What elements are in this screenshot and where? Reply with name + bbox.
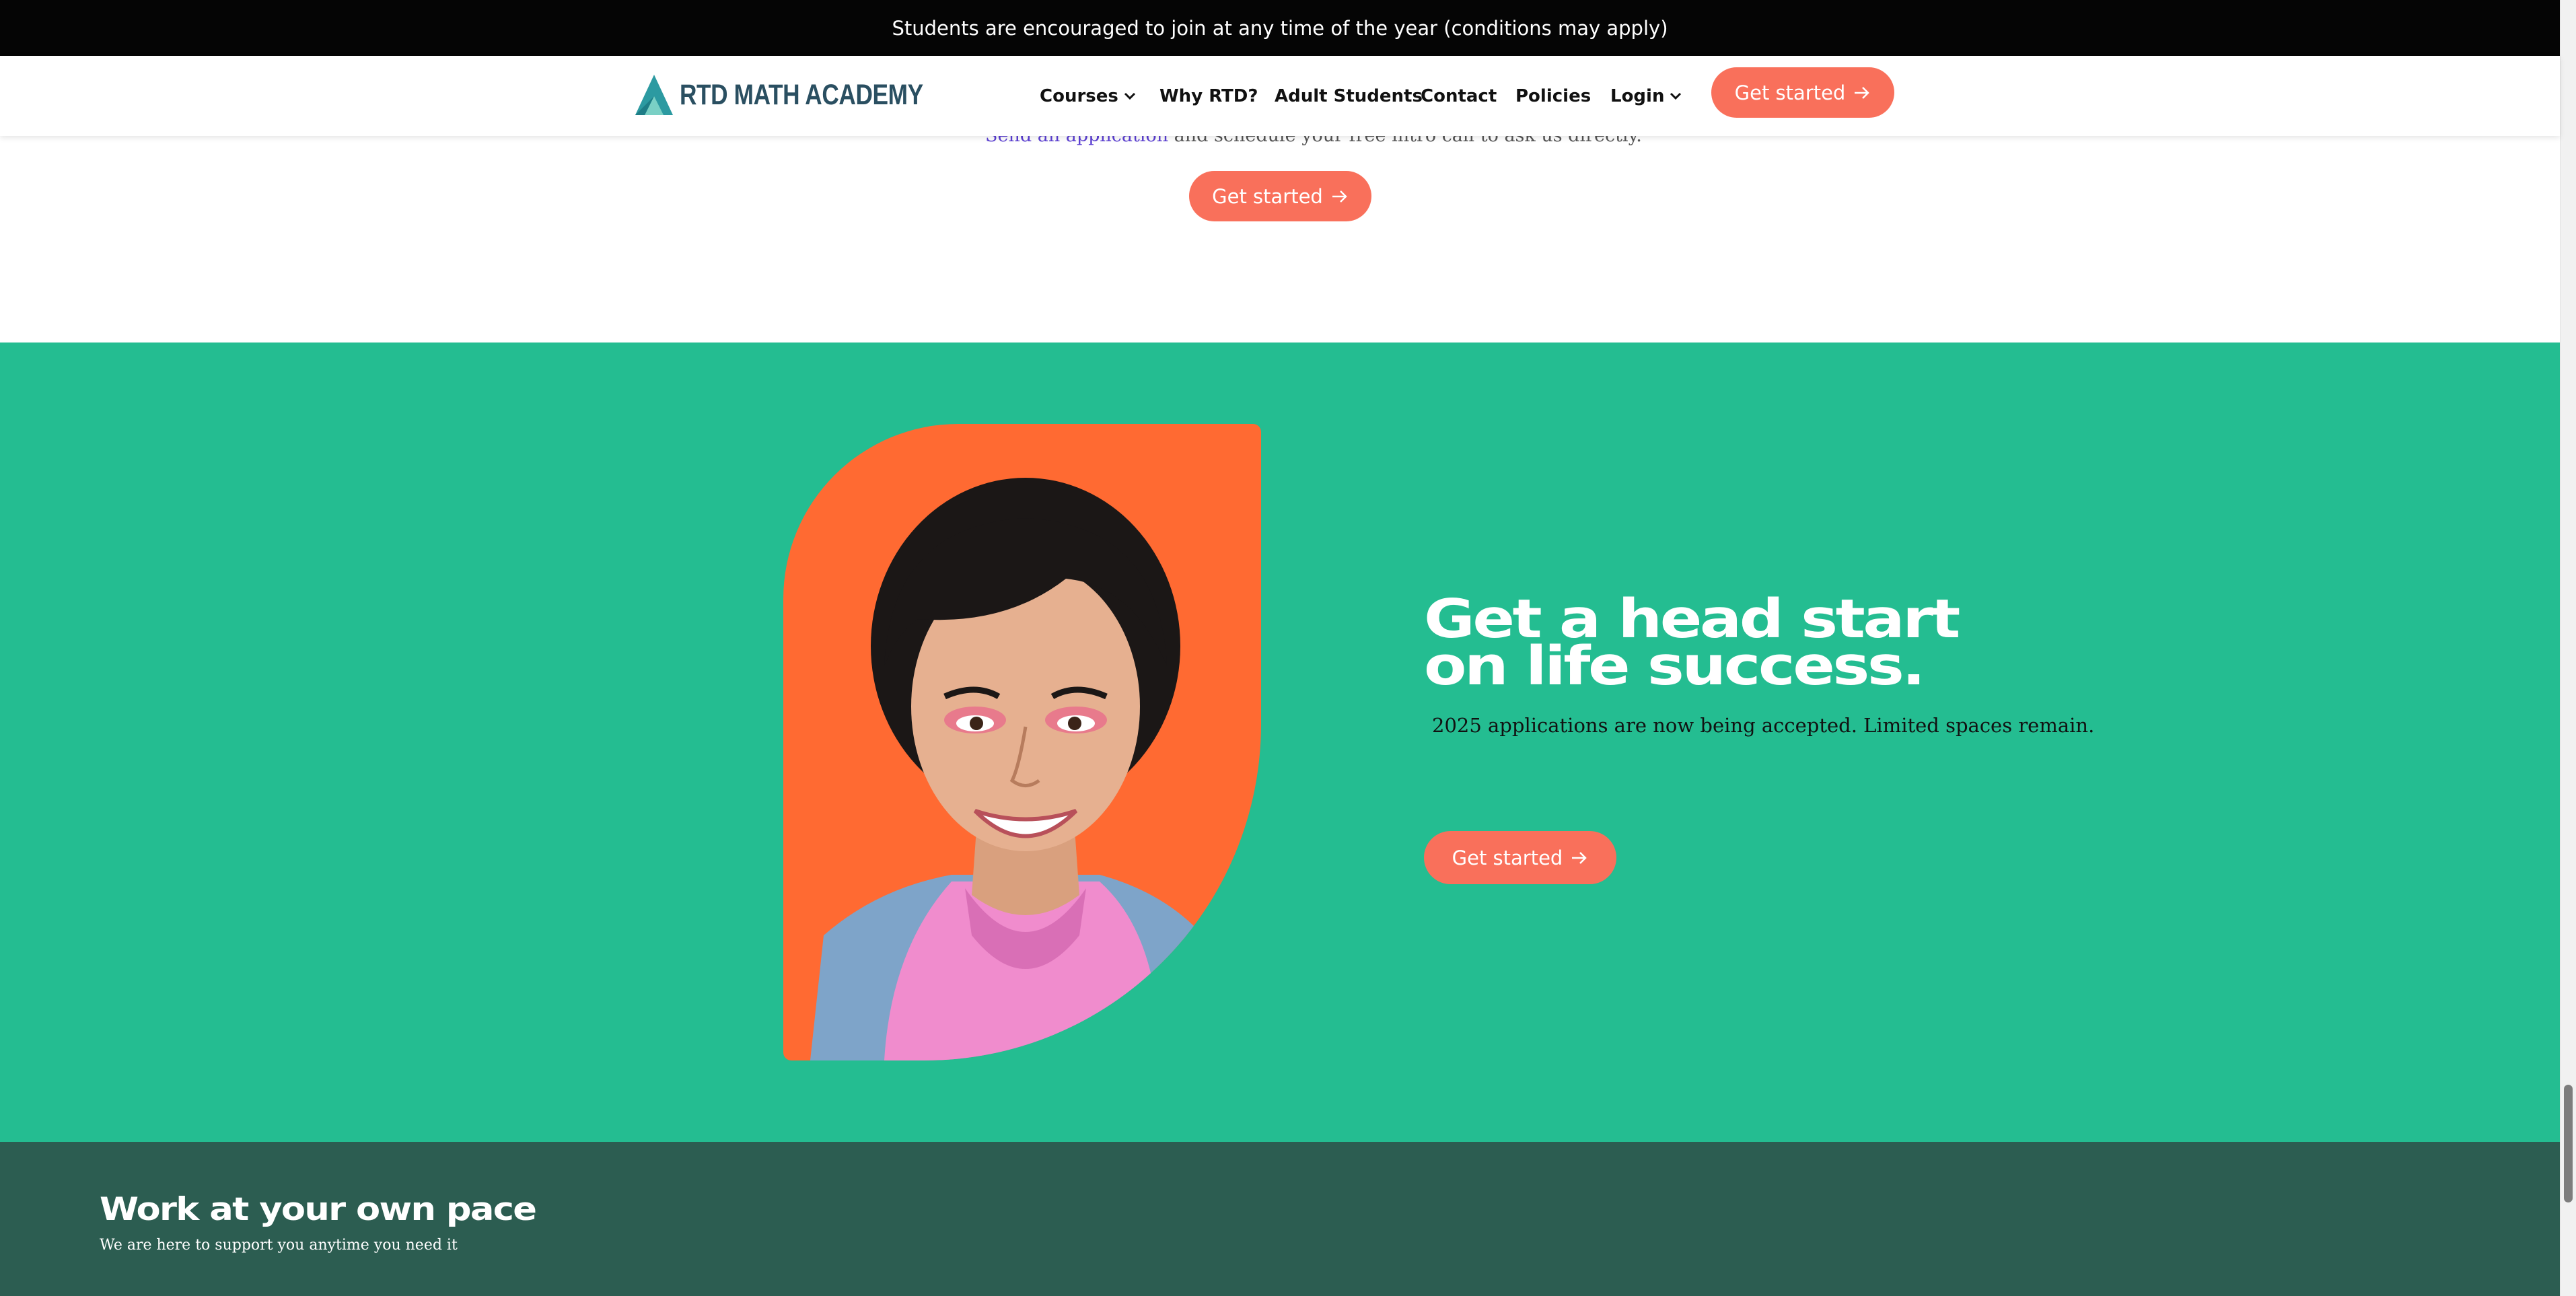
nav-courses-label: Courses bbox=[1040, 85, 1118, 106]
nav-login[interactable]: Login bbox=[1610, 56, 1682, 136]
site-header: RTD MATH ACADEMY Courses Why RTD? Adult … bbox=[0, 56, 2560, 136]
nav-adult-students[interactable]: Adult Students bbox=[1275, 56, 1423, 136]
nav-login-label: Login bbox=[1610, 85, 1665, 106]
nav-contact-label: Contact bbox=[1421, 85, 1497, 106]
intro-get-started-label: Get started bbox=[1212, 184, 1323, 208]
arrow-right-icon bbox=[1331, 190, 1349, 203]
chevron-down-icon bbox=[1124, 92, 1135, 100]
promo-get-started-label: Get started bbox=[1452, 846, 1563, 869]
nav-why-rtd[interactable]: Why RTD? bbox=[1159, 56, 1258, 136]
page-scrollbar[interactable] bbox=[2560, 0, 2576, 1296]
nav-contact[interactable]: Contact bbox=[1421, 56, 1497, 136]
intro-get-started-button[interactable]: Get started bbox=[1189, 171, 1371, 221]
promo-headline-line2: on life success. bbox=[1424, 635, 1926, 697]
promo-get-started-button[interactable]: Get started bbox=[1424, 831, 1616, 884]
promo-headline: Get a head start on life success. bbox=[1424, 593, 1960, 697]
header-get-started-button[interactable]: Get started bbox=[1711, 67, 1894, 118]
promo-section bbox=[0, 343, 2560, 1142]
nav-policies-label: Policies bbox=[1515, 85, 1591, 106]
header-get-started-label: Get started bbox=[1734, 81, 1846, 104]
logo-text: RTD MATH ACADEMY bbox=[680, 78, 923, 111]
arrow-right-icon bbox=[1853, 86, 1871, 100]
pace-subtitle: We are here to support you anytime you n… bbox=[100, 1237, 458, 1254]
nav-courses[interactable]: Courses bbox=[1040, 56, 1136, 136]
promo-subtext: 2025 applications are now being accepted… bbox=[1432, 714, 2095, 737]
pace-title: Work at your own pace bbox=[100, 1191, 537, 1228]
logo-triangle-icon bbox=[635, 75, 673, 115]
chevron-down-icon bbox=[1670, 92, 1682, 100]
announcement-text: Students are encouraged to join at any t… bbox=[892, 16, 1668, 40]
announcement-bar: Students are encouraged to join at any t… bbox=[0, 0, 2560, 56]
nav-why-label: Why RTD? bbox=[1159, 85, 1258, 106]
arrow-right-icon bbox=[1571, 851, 1588, 865]
logo[interactable]: RTD MATH ACADEMY bbox=[634, 71, 976, 119]
nav-adult-label: Adult Students bbox=[1275, 85, 1423, 106]
nav-policies[interactable]: Policies bbox=[1515, 56, 1591, 136]
scrollbar-thumb[interactable] bbox=[2564, 1085, 2573, 1202]
